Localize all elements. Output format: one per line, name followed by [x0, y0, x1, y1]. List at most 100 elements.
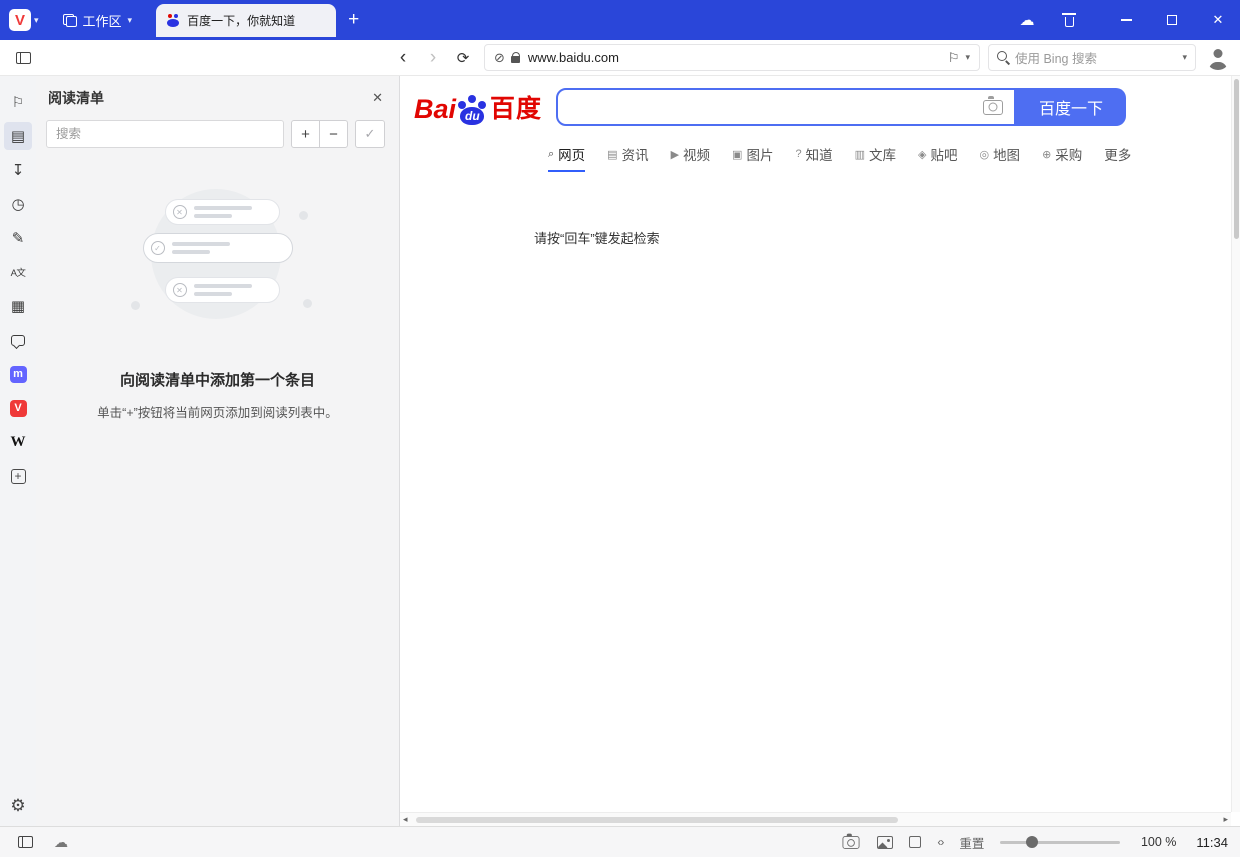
- map-icon: ◎: [979, 148, 989, 161]
- baidu-tab-image[interactable]: ▣图片: [732, 144, 773, 172]
- bookmark-icon[interactable]: ⚐: [948, 50, 960, 66]
- tab-baidu[interactable]: 百度一下，你就知道: [156, 4, 336, 37]
- address-bar[interactable]: ⊘ www.baidu.com ⚐ ▾: [484, 44, 980, 71]
- panel-wikipedia[interactable]: W: [4, 428, 32, 456]
- horizontal-scrollbar[interactable]: ◂ ▸: [400, 812, 1231, 826]
- panel-history[interactable]: ◷: [4, 190, 32, 218]
- lock-icon: [511, 56, 520, 63]
- baidu-search-button[interactable]: 百度一下: [1016, 88, 1126, 126]
- web-content: Bai du 百度 百度一下 ⌕网页 ▤资讯 ▶视频 ▣图片 ?: [400, 76, 1240, 826]
- baidu-tab-zhidao[interactable]: ?知道: [795, 144, 832, 172]
- remove-reading-item-button[interactable]: −: [319, 120, 348, 148]
- search-bar[interactable]: 使用 Bing 搜索 ▾: [988, 44, 1196, 71]
- toggle-images-button[interactable]: [877, 836, 893, 849]
- profile-avatar[interactable]: [1206, 46, 1230, 70]
- baidu-logo-cn: 百度: [490, 89, 542, 125]
- chevron-down-icon[interactable]: ▾: [965, 52, 970, 63]
- zoom-slider[interactable]: [1000, 841, 1120, 844]
- workspaces-icon: [63, 14, 77, 27]
- panel-vivaldi-social[interactable]: V: [4, 394, 32, 422]
- baidu-logo-du: du: [465, 109, 480, 123]
- panel-toggle-button[interactable]: [10, 45, 36, 71]
- scroll-right-arrow[interactable]: ▸: [1223, 814, 1228, 825]
- baidu-tab-video[interactable]: ▶视频: [671, 144, 710, 172]
- camera-icon: [843, 836, 860, 849]
- empty-state-illustration: ✕ ✓ ✕: [103, 183, 333, 335]
- baidu-tab-caigou[interactable]: ⊕采购: [1042, 144, 1082, 172]
- minimize-button[interactable]: [1118, 0, 1134, 40]
- titlebar: V ▾ 工作区 ▾ 百度一下，你就知道 + ☁ ✕: [0, 0, 1240, 40]
- tab-title: 百度一下，你就知道: [187, 12, 295, 29]
- minimize-icon: [1121, 19, 1132, 21]
- question-icon: ?: [795, 148, 801, 160]
- baidu-logo-bai: Bai: [414, 94, 456, 125]
- baidu-tab-tieba[interactable]: ◈贴吧: [918, 144, 957, 172]
- tiling-button[interactable]: ‹›: [937, 835, 943, 849]
- baidu-tab-map[interactable]: ◎地图: [979, 144, 1020, 172]
- vivaldi-logo-icon: V: [9, 9, 31, 31]
- panel-downloads[interactable]: ↧: [4, 156, 32, 184]
- vivaldi-menu-button[interactable]: V ▾: [0, 0, 45, 40]
- sync-cloud-icon[interactable]: ☁: [1018, 11, 1036, 29]
- reload-button[interactable]: ⟳: [448, 44, 478, 72]
- panel-feedback[interactable]: [4, 326, 32, 354]
- scroll-left-arrow[interactable]: ◂: [403, 814, 408, 825]
- baidu-paw-icon: du: [457, 94, 487, 125]
- page-actions-button[interactable]: [909, 836, 921, 848]
- panel-reading-list[interactable]: ▤: [4, 122, 32, 150]
- panel-bookmarks[interactable]: ⚐: [4, 88, 32, 116]
- back-button[interactable]: ‹: [388, 44, 418, 72]
- new-tab-button[interactable]: +: [336, 0, 371, 40]
- news-icon: ▤: [607, 148, 617, 161]
- tieba-icon: ◈: [918, 148, 926, 161]
- circle-check-icon: ✓: [151, 241, 165, 255]
- statusbar-panel-toggle-button[interactable]: [12, 829, 38, 855]
- panel-mastodon[interactable]: m: [4, 360, 32, 388]
- status-bar: ☁ ‹› 重置 100 % 11:34: [0, 826, 1240, 857]
- scrollbar-thumb[interactable]: [416, 817, 898, 823]
- camera-search-icon[interactable]: [983, 100, 1003, 115]
- mark-read-button[interactable]: ✓: [355, 120, 385, 148]
- image-icon: ▣: [732, 148, 742, 161]
- baidu-tab-more[interactable]: 更多: [1104, 144, 1131, 172]
- baidu-search-input[interactable]: [558, 99, 983, 116]
- add-web-panel-button[interactable]: +: [4, 462, 32, 490]
- panel-translate[interactable]: A文: [4, 258, 32, 286]
- chat-bubble-icon: [11, 335, 25, 346]
- zoom-slider-knob[interactable]: [1026, 836, 1038, 848]
- maximize-button[interactable]: [1164, 0, 1180, 40]
- navigation-bar: ‹ › ⟳ ⊘ www.baidu.com ⚐ ▾ 使用 Bing 搜索 ▾: [0, 40, 1240, 76]
- add-reading-item-button[interactable]: +: [291, 120, 320, 148]
- maximize-icon: [1167, 15, 1177, 25]
- chevron-down-icon: ▾: [34, 15, 39, 26]
- circle-x-icon: ✕: [173, 205, 187, 219]
- panel-notes[interactable]: ✎: [4, 224, 32, 252]
- chevron-down-icon[interactable]: ▾: [1182, 52, 1187, 63]
- panel-toggle-icon: [16, 52, 31, 64]
- vertical-scrollbar[interactable]: [1231, 76, 1240, 812]
- plus-icon: +: [11, 469, 26, 484]
- empty-state-title: 向阅读清单中添加第一个条目: [36, 369, 399, 390]
- square-icon: [909, 836, 921, 848]
- settings-gear-button[interactable]: ⚙: [10, 796, 25, 816]
- forward-button[interactable]: ›: [418, 44, 448, 72]
- zoom-reset-button[interactable]: 重置: [959, 833, 984, 852]
- baidu-tab-wenku[interactable]: ▥文库: [855, 144, 896, 172]
- content-blocker-icon[interactable]: ⊘: [494, 50, 505, 66]
- url-text[interactable]: www.baidu.com: [528, 50, 943, 65]
- panel-close-button[interactable]: ✕: [372, 90, 383, 106]
- sync-status-icon[interactable]: ☁: [54, 834, 68, 851]
- reading-list-search-input[interactable]: [46, 120, 284, 148]
- panel-windows[interactable]: ▦: [4, 292, 32, 320]
- workspace-button[interactable]: 工作区 ▾: [53, 0, 143, 40]
- baidu-tab-webpage[interactable]: ⌕网页: [548, 144, 585, 172]
- empty-state-caption: 单击“+”按钮将当前网页添加到阅读列表中。: [36, 402, 399, 421]
- capture-page-button[interactable]: [841, 835, 861, 850]
- baidu-logo[interactable]: Bai du 百度: [414, 89, 542, 125]
- scrollbar-thumb[interactable]: [1234, 79, 1239, 239]
- baidu-tab-news[interactable]: ▤资讯: [607, 144, 648, 172]
- close-button[interactable]: ✕: [1210, 0, 1226, 40]
- closed-tabs-trash-icon[interactable]: [1060, 14, 1078, 27]
- browser-window: V ▾ 工作区 ▾ 百度一下，你就知道 + ☁ ✕: [0, 0, 1240, 857]
- clock: 11:34: [1196, 835, 1228, 850]
